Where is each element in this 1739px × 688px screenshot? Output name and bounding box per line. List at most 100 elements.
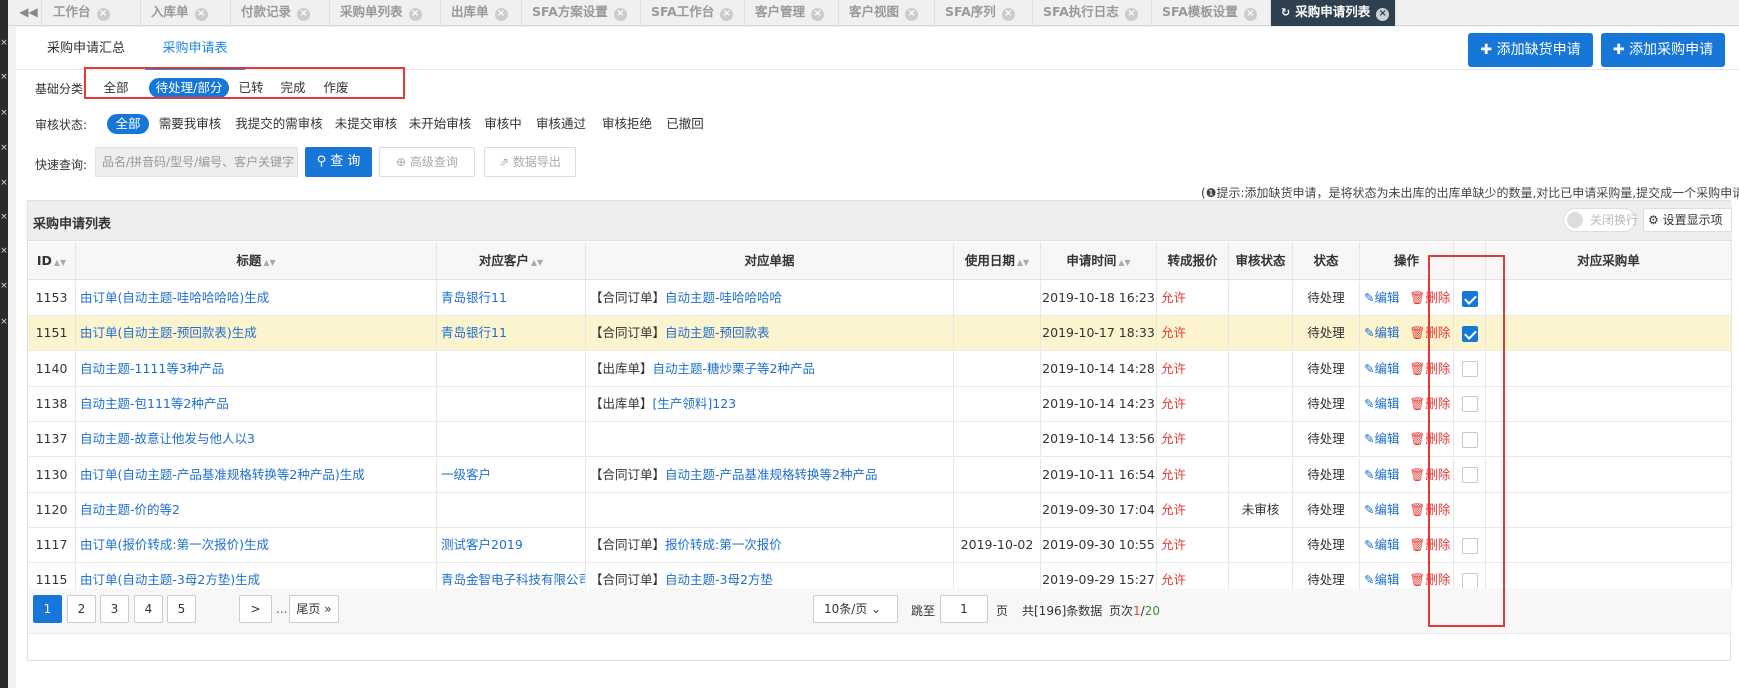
edit-button[interactable]: ✎编辑 [1364, 572, 1400, 587]
collapse-icon[interactable]: × [0, 38, 8, 48]
close-icon[interactable]: × [905, 8, 919, 21]
tab-2[interactable]: 付款记录 × [231, 0, 330, 26]
sort-icon[interactable]: ▲▼ [1118, 258, 1130, 267]
row-title-link[interactable]: 由订单(自动主题-3母2方垫)生成 [80, 572, 260, 587]
tab-9[interactable]: SFA序列 × [935, 0, 1033, 26]
row-customer-link[interactable]: 一级客户 [441, 467, 491, 482]
close-icon[interactable]: × [1124, 8, 1138, 21]
row-title-link[interactable]: 由订单(自动主题-产品基准规格转换等2种产品)生成 [80, 467, 365, 482]
edit-button[interactable]: ✎编辑 [1364, 290, 1400, 305]
sort-icon[interactable]: ▲▼ [531, 258, 543, 267]
tab-6[interactable]: SFA工作台 × [641, 0, 745, 26]
row-doc-link[interactable]: 自动主题-预回款表 [665, 325, 770, 340]
close-icon[interactable]: × [613, 8, 627, 21]
page-button[interactable]: 1 [33, 595, 62, 623]
sort-icon[interactable]: ▲▼ [1017, 258, 1029, 267]
edit-button[interactable]: ✎编辑 [1364, 396, 1400, 411]
collapse-icon[interactable]: × [0, 72, 8, 82]
collapse-icon[interactable]: × [0, 212, 8, 222]
tab-5[interactable]: SFA方案设置 × [522, 0, 641, 26]
refresh-icon[interactable]: ↻ [1281, 6, 1290, 19]
row-title-link[interactable]: 自动主题-故意让他发与他人以3 [80, 431, 255, 446]
close-icon[interactable]: × [1243, 8, 1257, 21]
export-button[interactable]: ⇗ 数据导出 [484, 147, 576, 177]
add-purchase-button[interactable]: ✚ 添加采购申请 [1601, 33, 1725, 67]
collapse-icon[interactable]: × [0, 178, 8, 188]
close-icon[interactable]: × [1376, 8, 1390, 21]
tab-7[interactable]: 客户管理 × [745, 0, 839, 26]
search-input[interactable]: 品名/拼音码/型号/编号、客户关键字 [95, 147, 298, 177]
row-title-link[interactable]: 由订单(自动主题-哇哈哈哈哈)生成 [80, 290, 269, 305]
row-customer-link[interactable]: 青岛金智电子科技有限公司! [441, 572, 585, 587]
jump-page-input[interactable]: 1 [940, 595, 988, 623]
wrap-toggle[interactable]: 关闭换行 [1563, 208, 1638, 232]
row-customer-link[interactable]: 青岛银行11 [441, 325, 507, 340]
close-icon[interactable]: × [297, 8, 311, 21]
audit-filter-all[interactable]: 全部 [107, 114, 149, 134]
page-button[interactable]: 3 [100, 595, 129, 623]
row-title-link[interactable]: 自动主题-包111等2种产品 [80, 396, 229, 411]
audit-filter-rejected[interactable]: 审核拒绝 [598, 114, 656, 134]
row-title-link[interactable]: 由订单(报价转成:第一次报价)生成 [80, 537, 269, 552]
subtab-request-list[interactable]: 采购申请表 [145, 27, 245, 70]
next-page-button[interactable]: > [239, 595, 272, 623]
column-header[interactable]: ID ▲▼ [28, 242, 76, 279]
last-page-button[interactable]: 尾页 » [289, 595, 339, 623]
row-doc-link[interactable]: 自动主题-3母2方垫 [665, 572, 773, 587]
page-button[interactable]: 5 [167, 595, 196, 623]
row-title-link[interactable]: 由订单(自动主题-预回款表)生成 [80, 325, 257, 340]
row-doc-link[interactable]: 自动主题-产品基准规格转换等2种产品 [665, 467, 877, 482]
tab-3[interactable]: 采购单列表 × [330, 0, 441, 26]
close-icon[interactable]: × [720, 8, 734, 21]
edit-button[interactable]: ✎编辑 [1364, 502, 1400, 517]
page-button[interactable]: 2 [67, 595, 96, 623]
row-customer-link[interactable]: 测试客户2019 [441, 537, 523, 552]
close-icon[interactable]: × [1001, 8, 1015, 21]
row-title-link[interactable]: 自动主题-价的等2 [80, 502, 180, 517]
subtab-summary[interactable]: 采购申请汇总 [36, 27, 136, 70]
edit-button[interactable]: ✎编辑 [1364, 537, 1400, 552]
edit-button[interactable]: ✎编辑 [1364, 361, 1400, 376]
row-doc-link[interactable]: 自动主题-哇哈哈哈哈 [665, 290, 782, 305]
advanced-search-button[interactable]: ⊕ 高级查询 [379, 147, 475, 177]
audit-filter-not-submitted[interactable]: 未提交审核 [332, 114, 400, 134]
collapse-icon[interactable]: × [0, 317, 8, 327]
audit-filter-not-started[interactable]: 未开始审核 [406, 114, 474, 134]
row-doc-link[interactable]: 自动主题-糖炒栗子等2种产品 [653, 361, 815, 376]
edit-button[interactable]: ✎编辑 [1364, 325, 1400, 340]
display-settings-button[interactable]: ⚙ 设置显示项 [1643, 208, 1732, 232]
collapse-icon[interactable]: × [0, 281, 8, 291]
tab-11[interactable]: SFA模板设置 × [1152, 0, 1271, 26]
tab-12[interactable]: ↻ 采购申请列表 × [1271, 0, 1396, 26]
column-header[interactable]: 申请时间 ▲▼ [1041, 242, 1157, 279]
query-button[interactable]: ⚲ 查 询 [305, 147, 372, 177]
close-icon[interactable]: × [96, 8, 110, 21]
page-button[interactable]: 4 [134, 595, 163, 623]
row-title-link[interactable]: 自动主题-1111等3种产品 [80, 361, 224, 376]
close-icon[interactable]: × [194, 8, 208, 21]
close-icon[interactable]: × [811, 8, 825, 21]
close-icon[interactable]: × [494, 8, 508, 21]
sort-icon[interactable]: ▲▼ [263, 258, 275, 267]
row-doc-link[interactable]: 报价转成:第一次报价 [665, 537, 782, 552]
tab-scroll-left-icon[interactable]: ◀◀ [16, 0, 42, 26]
close-icon[interactable]: × [408, 8, 422, 21]
edit-button[interactable]: ✎编辑 [1364, 467, 1400, 482]
collapse-icon[interactable]: × [0, 246, 8, 256]
audit-filter-in-review[interactable]: 审核中 [480, 114, 526, 134]
audit-filter-approved[interactable]: 审核通过 [532, 114, 590, 134]
add-shortage-button[interactable]: ✚ 添加缺货申请 [1468, 33, 1593, 67]
page-size-select[interactable]: 10条/页 ⌄ [813, 595, 898, 623]
tab-4[interactable]: 出库单 × [441, 0, 522, 26]
audit-filter-my-submitted[interactable]: 我提交的需审核 [233, 114, 325, 134]
column-header[interactable]: 标题 ▲▼ [76, 242, 437, 279]
collapse-icon[interactable]: × [0, 143, 8, 153]
tab-0[interactable]: 工作台 × [43, 0, 141, 26]
row-customer-link[interactable]: 青岛银行11 [441, 290, 507, 305]
sort-icon[interactable]: ▲▼ [54, 258, 66, 267]
column-header[interactable]: 使用日期 ▲▼ [954, 242, 1041, 279]
audit-filter-withdrawn[interactable]: 已撤回 [662, 114, 708, 134]
audit-filter-need-me[interactable]: 需要我审核 [155, 114, 225, 134]
collapse-icon[interactable]: × [0, 108, 8, 118]
tab-8[interactable]: 客户视图 × [839, 0, 935, 26]
